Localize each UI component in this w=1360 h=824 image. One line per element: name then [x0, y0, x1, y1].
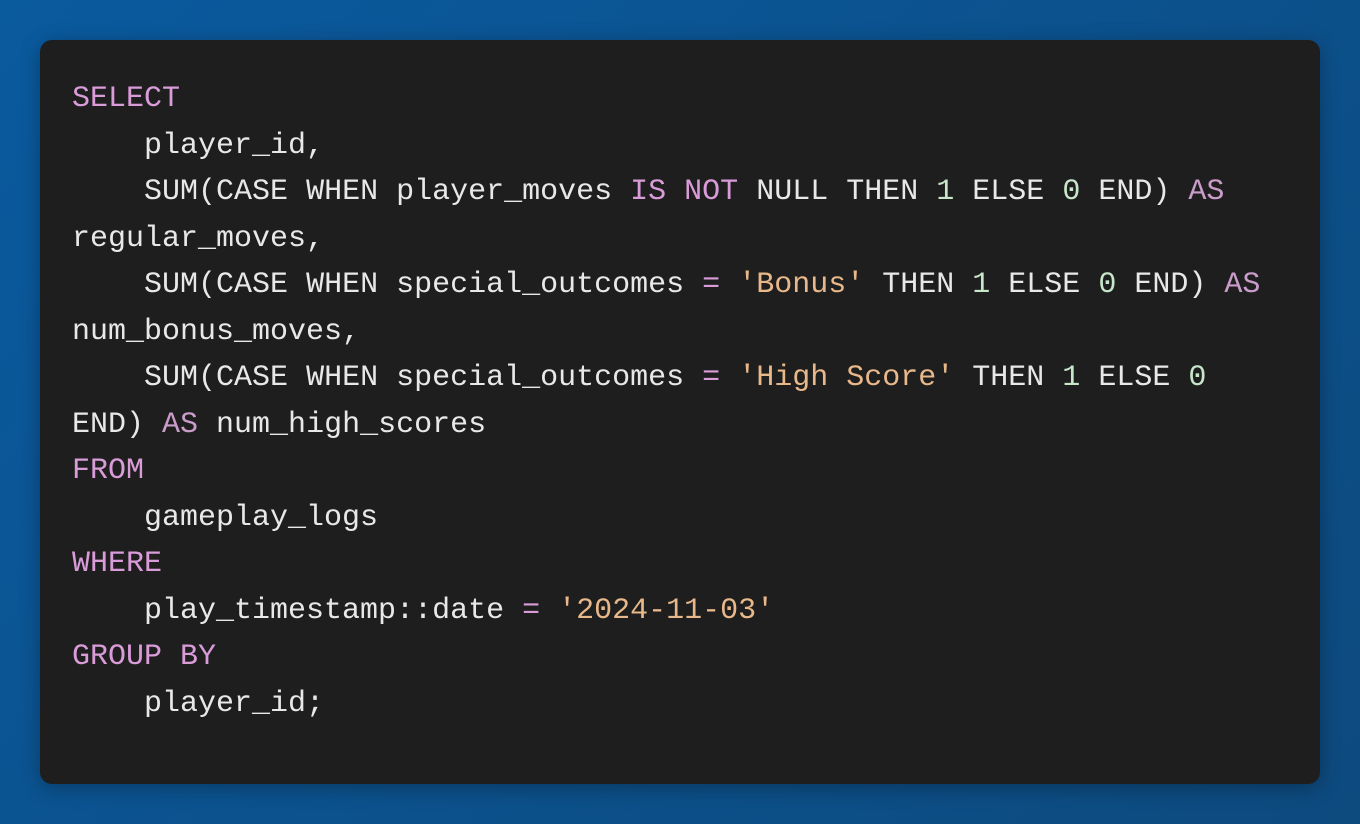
- code-token: [990, 268, 1008, 302]
- sql-code[interactable]: SELECT player_id, SUM(CASE WHEN player_m…: [72, 76, 1288, 727]
- code-token: [540, 594, 558, 628]
- code-token: [1044, 175, 1062, 209]
- code-token: =: [522, 594, 540, 628]
- code-token: (: [198, 175, 216, 209]
- code-token: [918, 175, 936, 209]
- code-token: ): [1188, 268, 1224, 302]
- code-token: (: [198, 361, 216, 395]
- code-token: gameplay_logs: [72, 501, 378, 535]
- code-token: END: [1134, 268, 1188, 302]
- code-token: WHEN: [306, 175, 378, 209]
- code-token: special_outcomes: [378, 361, 702, 395]
- code-token: IS: [630, 175, 666, 209]
- code-token: num_high_scores: [198, 408, 486, 442]
- code-token: [1080, 175, 1098, 209]
- code-token: WHEN: [306, 268, 378, 302]
- code-token: SELECT: [72, 82, 180, 116]
- code-token: FROM: [72, 454, 144, 488]
- code-token: [720, 268, 738, 302]
- code-token: [954, 268, 972, 302]
- code-token: [1044, 361, 1062, 395]
- code-token: ELSE: [1098, 361, 1170, 395]
- code-token: SUM: [144, 361, 198, 395]
- code-token: [864, 268, 882, 302]
- code-token: ): [126, 408, 162, 442]
- code-token: AS: [1188, 175, 1224, 209]
- code-token: THEN: [846, 175, 918, 209]
- code-token: (: [198, 268, 216, 302]
- code-token: [288, 361, 306, 395]
- code-token: GROUP BY: [72, 640, 216, 674]
- code-token: END: [1098, 175, 1152, 209]
- code-token: CASE: [216, 175, 288, 209]
- code-token: AS: [1224, 268, 1260, 302]
- code-token: [954, 175, 972, 209]
- code-token: 'High Score': [738, 361, 954, 395]
- code-token: ): [1152, 175, 1188, 209]
- code-token: [1080, 268, 1098, 302]
- code-token: [828, 175, 846, 209]
- code-token: [1116, 268, 1134, 302]
- code-token: WHEN: [306, 361, 378, 395]
- code-token: CASE: [216, 361, 288, 395]
- code-token: SUM: [144, 268, 198, 302]
- code-block-container: SELECT player_id, SUM(CASE WHEN player_m…: [40, 40, 1320, 784]
- code-token: =: [702, 268, 720, 302]
- code-token: 1: [1062, 361, 1080, 395]
- code-token: [666, 175, 684, 209]
- code-token: 0: [1188, 361, 1206, 395]
- code-token: [954, 361, 972, 395]
- code-token: SUM: [144, 175, 198, 209]
- code-token: [288, 268, 306, 302]
- code-token: player_moves: [378, 175, 630, 209]
- code-token: play_timestamp::date: [72, 594, 522, 628]
- code-token: [1206, 361, 1224, 395]
- code-token: THEN: [882, 268, 954, 302]
- code-token: THEN: [972, 361, 1044, 395]
- code-token: [720, 361, 738, 395]
- code-token: 1: [936, 175, 954, 209]
- code-token: [1080, 361, 1098, 395]
- code-token: player_id;: [72, 687, 324, 721]
- code-token: =: [702, 361, 720, 395]
- code-token: ELSE: [972, 175, 1044, 209]
- code-token: AS: [162, 408, 198, 442]
- code-token: [288, 175, 306, 209]
- code-token: 'Bonus': [738, 268, 864, 302]
- code-token: END: [72, 408, 126, 442]
- code-token: CASE: [216, 268, 288, 302]
- code-token: NOT: [684, 175, 738, 209]
- code-token: NULL: [756, 175, 828, 209]
- code-token: special_outcomes: [378, 268, 702, 302]
- code-token: 0: [1062, 175, 1080, 209]
- code-token: 0: [1098, 268, 1116, 302]
- code-token: WHERE: [72, 547, 162, 581]
- code-token: '2024-11-03': [558, 594, 774, 628]
- code-token: ELSE: [1008, 268, 1080, 302]
- code-token: 1: [972, 268, 990, 302]
- code-token: [1170, 361, 1188, 395]
- code-token: [738, 175, 756, 209]
